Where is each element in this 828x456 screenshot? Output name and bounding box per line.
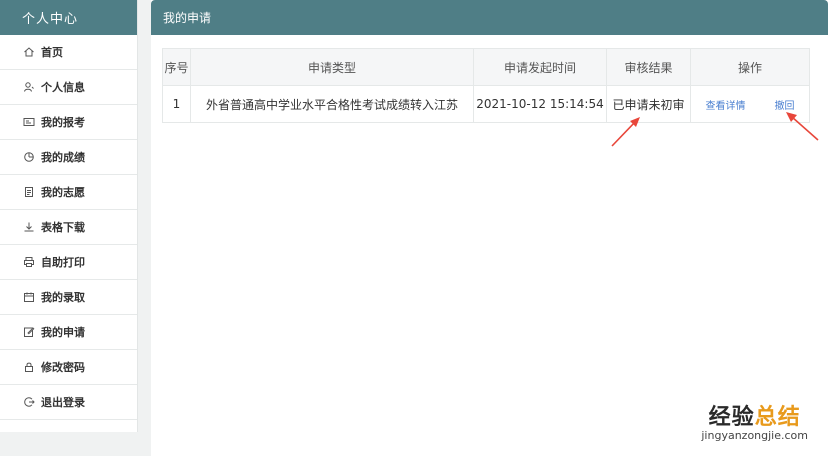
sidebar-item-downloads[interactable]: 表格下载 — [0, 210, 137, 245]
column-header-index: 序号 — [162, 48, 191, 86]
applications-table: 序号 申请类型 申请发起时间 审核结果 操作 1 外省普通高中学业水平合格性考试… — [162, 48, 810, 123]
revoke-link[interactable]: 撤回 — [775, 97, 795, 112]
sidebar-item-applications[interactable]: 我的申请 — [0, 315, 137, 350]
view-details-link[interactable]: 查看详情 — [706, 97, 746, 112]
sidebar-item-print[interactable]: 自助打印 — [0, 245, 137, 280]
sidebar-title: 个人中心 — [0, 0, 137, 35]
sidebar-item-logout[interactable]: 退出登录 — [0, 385, 137, 420]
main-panel: 我的申请 序号 申请类型 申请发起时间 审核结果 操作 1 外省普通高中学业水平… — [151, 0, 828, 456]
sidebar-item-label: 我的录取 — [41, 291, 85, 304]
sidebar-item-profile[interactable]: 个人信息 — [0, 70, 137, 105]
column-header-result: 审核结果 — [606, 48, 691, 86]
sidebar-item-change-password[interactable]: 修改密码 — [0, 350, 137, 385]
sidebar-item-label: 我的成绩 — [41, 151, 85, 164]
watermark-text-b: 总结 — [754, 405, 801, 430]
column-header-time: 申请发起时间 — [473, 48, 607, 86]
sidebar: 个人中心 首页 个人信息 我的报考 我的成绩 我的志愿 表格下载 自助打印 我的… — [0, 0, 138, 432]
cell-result: 已申请未初审 — [606, 85, 691, 123]
cell-index: 1 — [162, 85, 191, 123]
download-icon — [23, 221, 35, 233]
sidebar-item-label: 自助打印 — [41, 256, 85, 269]
sidebar-item-label: 我的申请 — [41, 326, 85, 339]
watermark-logo: 经验总结 — [701, 399, 808, 431]
column-header-type: 申请类型 — [190, 48, 474, 86]
user-icon — [23, 81, 35, 93]
sidebar-item-label: 我的志愿 — [41, 186, 85, 199]
sidebar-item-wishes[interactable]: 我的志愿 — [0, 175, 137, 210]
sidebar-menu: 首页 个人信息 我的报考 我的成绩 我的志愿 表格下载 自助打印 我的录取 我的… — [0, 35, 137, 420]
sidebar-item-label: 首页 — [41, 46, 63, 59]
lock-icon — [23, 361, 35, 373]
sidebar-item-label: 退出登录 — [41, 396, 85, 409]
column-header-actions: 操作 — [690, 48, 810, 86]
sidebar-item-label: 个人信息 — [41, 81, 85, 94]
sidebar-item-registration[interactable]: 我的报考 — [0, 105, 137, 140]
applications-table-wrap: 序号 申请类型 申请发起时间 审核结果 操作 1 外省普通高中学业水平合格性考试… — [162, 48, 810, 123]
sidebar-item-label: 表格下载 — [41, 221, 85, 234]
table-row: 1 外省普通高中学业水平合格性考试成绩转入江苏 2021-10-12 15:14… — [162, 85, 810, 123]
sidebar-item-scores[interactable]: 我的成绩 — [0, 140, 137, 175]
watermark-text-a: 经验 — [708, 405, 755, 430]
watermark-url: jingyanzongjie.com — [701, 429, 808, 442]
logout-icon — [23, 396, 35, 408]
cell-type: 外省普通高中学业水平合格性考试成绩转入江苏 — [190, 85, 474, 123]
sidebar-item-label: 修改密码 — [41, 361, 85, 374]
table-header-row: 序号 申请类型 申请发起时间 审核结果 操作 — [162, 48, 810, 86]
cell-time: 2021-10-12 15:14:54 — [473, 85, 607, 123]
page-title: 我的申请 — [151, 0, 828, 35]
calendar-icon — [23, 291, 35, 303]
sidebar-item-home[interactable]: 首页 — [0, 35, 137, 70]
edit-icon — [23, 326, 35, 338]
cell-actions: 查看详情 撤回 — [690, 85, 810, 123]
home-icon — [23, 46, 35, 58]
document-icon — [23, 186, 35, 198]
watermark: 经验总结 jingyanzongjie.com — [701, 399, 808, 442]
sidebar-item-admission[interactable]: 我的录取 — [0, 280, 137, 315]
pie-chart-icon — [23, 151, 35, 163]
id-card-icon — [23, 116, 35, 128]
sidebar-item-label: 我的报考 — [41, 116, 85, 129]
printer-icon — [23, 256, 35, 268]
